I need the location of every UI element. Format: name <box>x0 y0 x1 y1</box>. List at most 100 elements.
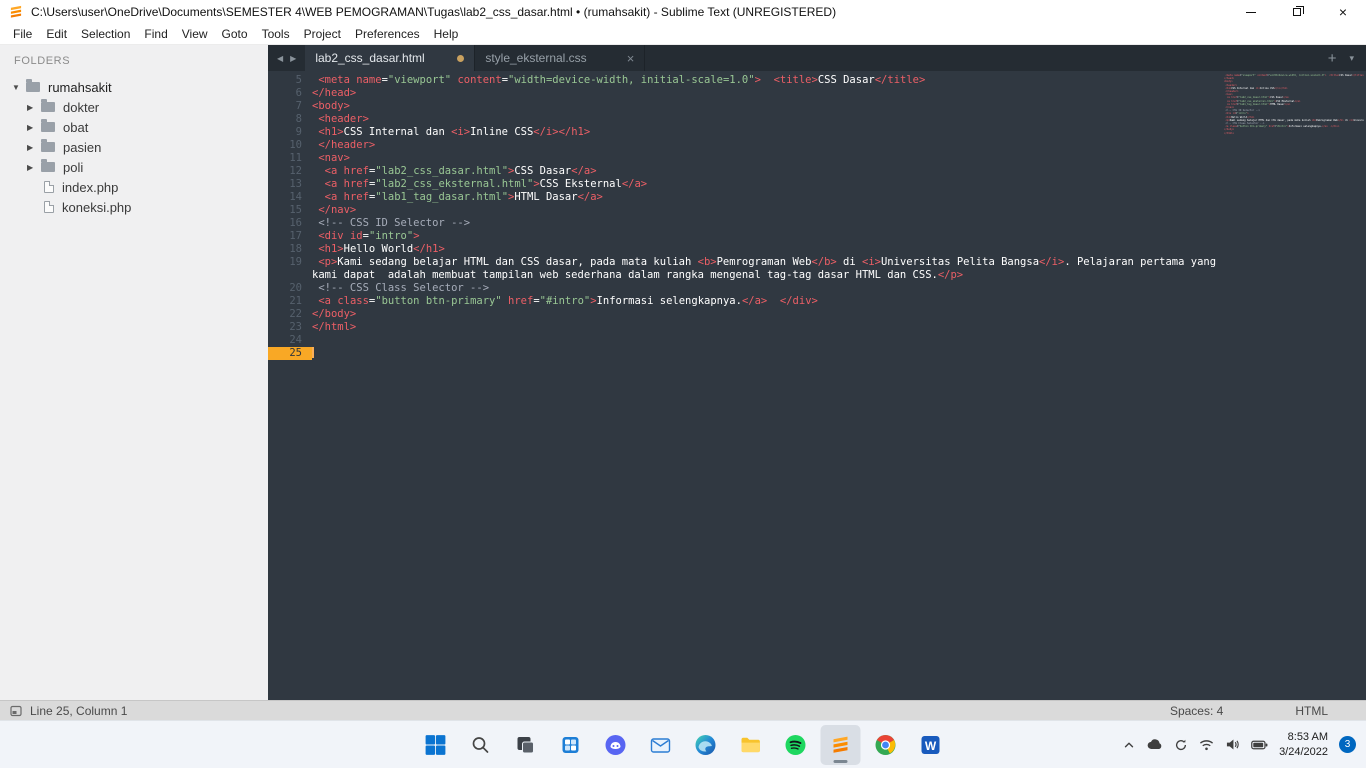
start-button[interactable] <box>416 725 456 765</box>
folder-collapsed-arrow-icon[interactable]: ▶ <box>27 143 41 152</box>
sidebar-item-rumahsakit[interactable]: ▼ rumahsakit <box>0 77 268 97</box>
tab-lab2-css-dasar-html[interactable]: lab2_css_dasar.html <box>305 45 476 71</box>
title-bar: C:\Users\user\OneDrive\Documents\SEMESTE… <box>0 0 1366 24</box>
tab-style-eksternal-css[interactable]: style_eksternal.css × <box>475 45 646 71</box>
file-icon <box>44 181 54 193</box>
sidebar-item-pasien[interactable]: ▶ pasien <box>0 137 268 157</box>
tray-chevron-icon[interactable] <box>1122 738 1136 752</box>
code-line[interactable]: 13 <a href="lab2_css_eksternal.html">CSS… <box>268 178 1238 191</box>
sidebar-item-koneksi-php[interactable]: koneksi.php <box>0 197 268 217</box>
code-line-text: </header> <box>318 139 376 151</box>
code-line[interactable]: 10 </header> <box>268 139 1238 152</box>
sync-icon[interactable] <box>1174 738 1188 752</box>
code-line[interactable]: 21 <a class="button btn-primary" href="#… <box>268 295 1238 308</box>
menu-tools[interactable]: Tools <box>255 25 297 43</box>
code-line[interactable]: 7 <body> <box>268 100 1238 113</box>
code-line-text: <a href="lab2_css_eksternal.html">CSS Ek… <box>324 178 648 190</box>
menu-file[interactable]: File <box>6 25 39 43</box>
code-line-text <box>312 347 314 360</box>
folder-collapsed-arrow-icon[interactable]: ▶ <box>27 163 41 172</box>
tab-overflow-button[interactable]: ▾ <box>1349 53 1354 64</box>
taskview-icon[interactable] <box>506 725 546 765</box>
folder-collapsed-arrow-icon[interactable]: ▶ <box>27 103 41 112</box>
close-tab-icon[interactable]: × <box>627 51 635 66</box>
menu-find[interactable]: Find <box>137 25 174 43</box>
clock-date: 3/24/2022 <box>1279 745 1328 758</box>
line-number: 17 <box>289 230 302 242</box>
code-line[interactable]: 6 </head> <box>268 87 1238 100</box>
sidebar: FOLDERS ▼ rumahsakit ▶ dokter ▶ obat ▶ pasien ▶ p… <box>0 45 268 700</box>
folder-icon <box>41 119 55 132</box>
code-line-text: <!-- CSS Class Selector --> <box>318 282 490 294</box>
tab-scroll-right-icon[interactable]: ▶ <box>290 54 296 63</box>
code-line[interactable]: 17 <div id="intro"> <box>268 230 1238 243</box>
code-line-text: <p>Kami sedang belajar HTML dan CSS dasa… <box>312 256 1223 281</box>
folder-expanded-arrow-icon[interactable]: ▼ <box>12 83 26 92</box>
taskbar-clock[interactable]: 8:53 AM 3/24/2022 <box>1279 730 1328 759</box>
code-line-text: </head> <box>312 87 357 99</box>
widgets-icon[interactable] <box>551 725 591 765</box>
menu-preferences[interactable]: Preferences <box>348 25 427 43</box>
code-line[interactable]: 9 <h1>CSS Internal dan <i>Inline CSS</i>… <box>268 126 1238 139</box>
main-area: FOLDERS ▼ rumahsakit ▶ dokter ▶ obat ▶ pasien ▶ p… <box>0 45 1366 700</box>
sidebar-item-poli[interactable]: ▶ poli <box>0 157 268 177</box>
folder-tree: ▼ rumahsakit ▶ dokter ▶ obat ▶ pasien ▶ poli index… <box>0 77 268 217</box>
folder-collapsed-arrow-icon[interactable]: ▶ <box>27 123 41 132</box>
file-explorer-icon[interactable] <box>731 725 771 765</box>
new-tab-button[interactable]: + <box>1328 51 1337 66</box>
word-icon[interactable]: W <box>911 725 951 765</box>
spotify-icon[interactable] <box>776 725 816 765</box>
code-line[interactable]: 11 <nav> <box>268 152 1238 165</box>
window-title: C:\Users\user\OneDrive\Documents\SEMESTE… <box>31 5 837 19</box>
discord-icon[interactable] <box>596 725 636 765</box>
sidebar-item-obat[interactable]: ▶ obat <box>0 117 268 137</box>
tabs-container: lab2_css_dasar.html style_eksternal.css × <box>305 45 646 71</box>
notification-badge[interactable]: 3 <box>1339 736 1356 753</box>
code-line[interactable]: 20 <!-- CSS Class Selector --> <box>268 282 1238 295</box>
sidebar-item-index-php[interactable]: index.php <box>0 177 268 197</box>
close-button[interactable]: × <box>1320 0 1366 24</box>
volume-icon[interactable] <box>1225 738 1240 751</box>
syntax-selector[interactable]: HTML <box>1295 704 1328 718</box>
sidebar-item-label: poli <box>63 159 84 175</box>
code-line[interactable]: 19 <p>Kami sedang belajar HTML dan CSS d… <box>268 256 1238 282</box>
sublime-taskbar-icon[interactable] <box>820 724 861 765</box>
taskbar-center: W <box>416 724 951 765</box>
code-line[interactable]: 16 <!-- CSS ID Selector --> <box>268 217 1238 230</box>
line-number: 21 <box>289 295 302 307</box>
code-line[interactable]: 23 </html> <box>268 321 1238 334</box>
menu-edit[interactable]: Edit <box>39 25 74 43</box>
code-line[interactable]: 15 </nav> <box>268 204 1238 217</box>
code-line[interactable]: 18 <h1>Hello World</h1> <box>268 243 1238 256</box>
sidebar-item-dokter[interactable]: ▶ dokter <box>0 97 268 117</box>
indent-setting[interactable]: Spaces: 4 <box>1170 704 1223 718</box>
menu-project[interactable]: Project <box>297 25 348 43</box>
code-line[interactable]: 12 <a href="lab2_css_dasar.html">CSS Das… <box>268 165 1238 178</box>
status-panel-icon[interactable] <box>10 705 22 717</box>
search-icon[interactable] <box>461 725 501 765</box>
chrome-icon[interactable] <box>866 725 906 765</box>
code-area[interactable]: 5 <meta name="viewport" content="width=d… <box>268 71 1366 700</box>
code-line[interactable]: 22 </body> <box>268 308 1238 321</box>
menu-goto[interactable]: Goto <box>215 25 255 43</box>
battery-icon[interactable] <box>1251 740 1268 750</box>
tab-scroll-left-icon[interactable]: ◀ <box>277 54 283 63</box>
minimize-button[interactable] <box>1228 0 1274 24</box>
code-line[interactable]: 14 <a href="lab1_tag_dasar.html">HTML Da… <box>268 191 1238 204</box>
minimap[interactable]: <meta name="viewport" content="width=dev… <box>1224 74 1364 135</box>
folder-icon <box>41 159 55 172</box>
code-line[interactable]: 5 <meta name="viewport" content="width=d… <box>268 74 1238 87</box>
wifi-icon[interactable] <box>1199 739 1214 751</box>
code-line[interactable]: 25 <box>268 347 1238 360</box>
code-line[interactable]: 24 <box>268 334 1238 347</box>
code-line-text: <div id="intro"> <box>318 230 420 242</box>
mail-icon[interactable] <box>641 725 681 765</box>
code-line-text: </body> <box>312 308 357 320</box>
edge-icon[interactable] <box>686 725 726 765</box>
code-line[interactable]: 8 <header> <box>268 113 1238 126</box>
maximize-button[interactable] <box>1274 0 1320 24</box>
menu-help[interactable]: Help <box>427 25 466 43</box>
menu-view[interactable]: View <box>175 25 215 43</box>
menu-selection[interactable]: Selection <box>74 25 137 43</box>
onedrive-cloud-icon[interactable] <box>1147 739 1163 750</box>
